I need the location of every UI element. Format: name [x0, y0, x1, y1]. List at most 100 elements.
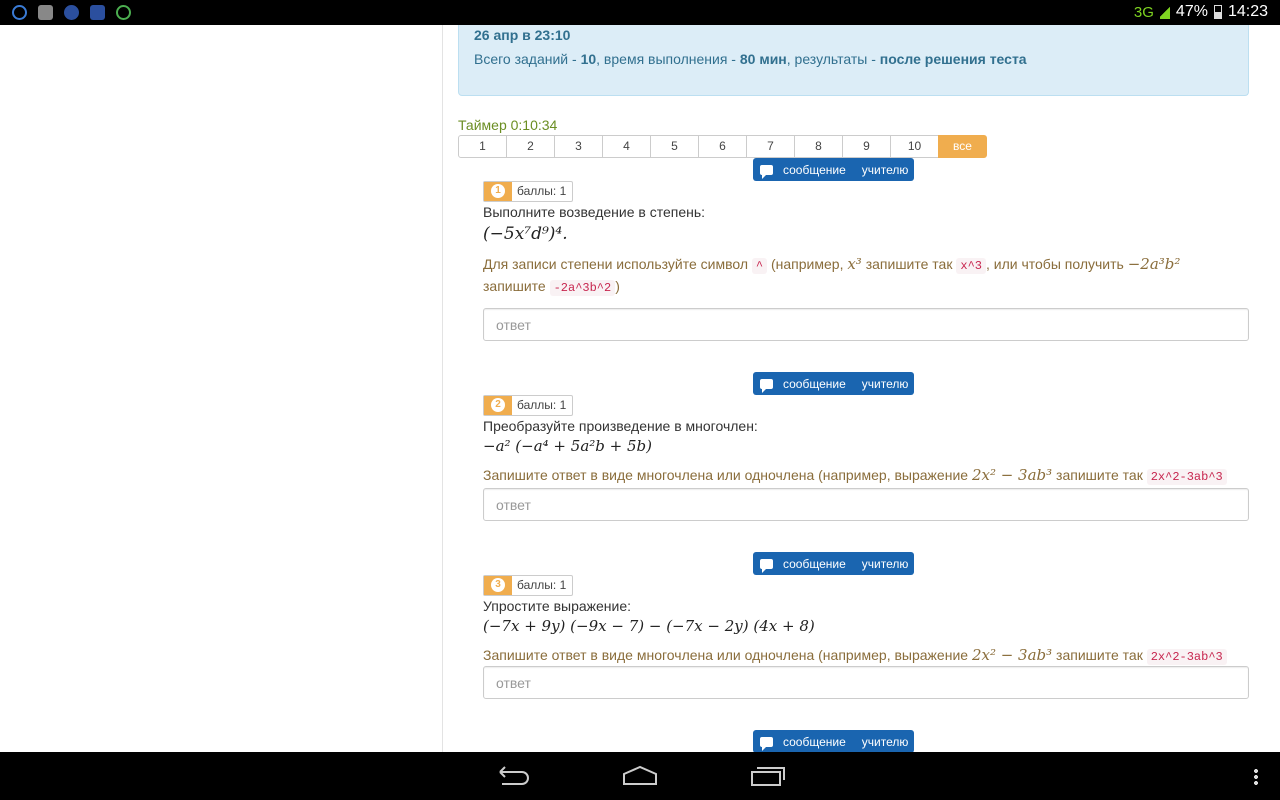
points-badge: 1 баллы: 1 — [483, 180, 574, 202]
message-button-label: учителю — [861, 162, 909, 177]
page-button-3[interactable]: 3 — [554, 135, 603, 158]
question-2: 2 баллы: 1 Преобразуйте произведение в м… — [483, 394, 1249, 487]
page-button-5[interactable]: 5 — [650, 135, 699, 158]
deadline-date: 26 апр в 23:10 — [474, 27, 571, 43]
question-number-badge: 2 — [484, 395, 512, 415]
page-button-9[interactable]: 9 — [842, 135, 891, 158]
question-text: Упростите выражение: — [483, 597, 632, 614]
message-teacher-button[interactable]: сообщение учителю — [753, 372, 914, 395]
tasks-value: 10 — [580, 51, 597, 67]
app-notification-icon — [90, 5, 105, 20]
question-text: Выполните возведение в степень: — [483, 203, 706, 220]
question-number-badge: 1 — [484, 181, 512, 201]
test-info-box: 26 апр в 23:10 Всего заданий - 10, время… — [458, 25, 1249, 96]
message-button-label: сообщение — [783, 376, 846, 391]
page-button-2[interactable]: 2 — [506, 135, 555, 158]
question-text: Преобразуйте произведение в многочлен: — [483, 417, 758, 434]
page-content[interactable]: 26 апр в 23:10 Всего заданий - 10, время… — [0, 25, 1280, 752]
question-number-badge: 3 — [484, 575, 512, 595]
question-1: 1 баллы: 1 Выполните возведение в степен… — [483, 180, 1249, 298]
app-notification-icon — [64, 5, 79, 20]
results-value: после решения теста — [879, 51, 1027, 67]
signal-icon — [1159, 5, 1170, 19]
hint-math: 2x² − 3ab³ — [971, 645, 1053, 664]
hint-text: запишите так — [1052, 466, 1147, 483]
question-expression: −a² (−a⁴ + 5a²b + 5b) — [483, 436, 652, 455]
hint-code: 2x^2-3ab^3 — [1146, 468, 1227, 485]
column-divider — [442, 25, 443, 752]
home-icon[interactable] — [620, 764, 660, 788]
hint-text: запишите — [483, 277, 550, 294]
app-notification-icon — [12, 5, 27, 20]
hint-text: Запишите ответ в виде многочлена или одн… — [483, 466, 972, 483]
question-number: 2 — [491, 398, 505, 412]
battery-percent: 47% — [1175, 3, 1208, 20]
chat-bubble-icon — [760, 164, 773, 179]
timer: Таймер 0:10:34 — [458, 117, 558, 133]
question-expression: (−7x + 9y) (−9x − 7) − (−7x − 2y) (4x + … — [483, 616, 815, 635]
page-button-7[interactable]: 7 — [746, 135, 795, 158]
clock: 14:23 — [1227, 3, 1268, 20]
time-value: 80 мин — [739, 51, 787, 67]
page-button-6[interactable]: 6 — [698, 135, 747, 158]
hint-text: запишите так — [1052, 646, 1147, 663]
page-button-all[interactable]: все — [938, 135, 987, 158]
hint-math: x³ — [847, 254, 862, 273]
hint-math: −2a³b² — [1127, 254, 1181, 273]
time-label: , время выполнения - — [596, 51, 740, 67]
page-button-8[interactable]: 8 — [794, 135, 843, 158]
points-label: баллы: 1 — [517, 184, 567, 198]
page-button-4[interactable]: 4 — [602, 135, 651, 158]
recent-apps-icon[interactable] — [748, 764, 788, 788]
hint-text: Запишите ответ в виде многочлена или одн… — [483, 646, 972, 663]
answer-input-3[interactable] — [483, 666, 1249, 699]
tasks-label: Всего заданий - — [474, 51, 581, 67]
answer-hint: Для записи степени используйте символ ^ … — [483, 254, 1249, 298]
back-icon[interactable] — [492, 764, 532, 788]
points-badge: 3 баллы: 1 — [483, 574, 574, 596]
status-bar: 3G 47% 14:23 — [0, 0, 1280, 25]
network-type: 3G — [1133, 3, 1154, 21]
points-label: баллы: 1 — [517, 578, 567, 592]
hint-math: 2x² − 3ab³ — [971, 465, 1053, 484]
message-teacher-button[interactable]: сообщение учителю — [753, 552, 914, 575]
hint-text: , или чтобы получить — [985, 255, 1128, 272]
question-3: 3 баллы: 1 Упростите выражение: (−7x + 9… — [483, 574, 1249, 667]
message-teacher-button[interactable]: сообщение учителю — [753, 158, 914, 181]
overflow-menu-icon[interactable] — [1254, 768, 1258, 786]
question-number: 3 — [491, 578, 505, 592]
hint-code: x^3 — [956, 257, 986, 274]
test-summary: Всего заданий - 10, время выполнения - 8… — [474, 51, 1027, 67]
question-pager: 1 2 3 4 5 6 7 8 9 10 все — [458, 135, 987, 158]
printer-notification-icon — [38, 5, 53, 20]
answer-hint: Запишите ответ в виде многочлена или одн… — [483, 465, 1249, 487]
battery-icon — [1213, 5, 1222, 19]
message-button-label: сообщение — [783, 556, 846, 571]
hint-code: -2a^3b^2 — [549, 279, 616, 296]
points-badge: 2 баллы: 1 — [483, 394, 574, 416]
message-teacher-button[interactable]: сообщение учителю — [753, 730, 914, 752]
system-navigation-bar — [0, 752, 1280, 800]
page-button-10[interactable]: 10 — [890, 135, 939, 158]
app-notification-icon — [116, 5, 131, 20]
answer-input-1[interactable] — [483, 308, 1249, 341]
message-button-label: учителю — [861, 376, 909, 391]
question-expression: (−5x⁷d⁹)⁴. — [483, 223, 568, 244]
chat-bubble-icon — [760, 736, 773, 751]
hint-text: запишите так — [861, 255, 957, 272]
message-button-label: сообщение — [783, 734, 846, 749]
chat-bubble-icon — [760, 378, 773, 393]
results-label: , результаты - — [786, 51, 880, 67]
answer-input-2[interactable] — [483, 488, 1249, 521]
message-button-label: учителю — [861, 556, 909, 571]
message-button-label: учителю — [861, 734, 909, 749]
hint-text: (например, — [767, 255, 848, 272]
page-button-1[interactable]: 1 — [458, 135, 507, 158]
chat-bubble-icon — [760, 558, 773, 573]
hint-text: ) — [615, 277, 620, 294]
answer-hint: Запишите ответ в виде многочлена или одн… — [483, 645, 1249, 667]
question-number: 1 — [491, 184, 505, 198]
hint-code: 2x^2-3ab^3 — [1146, 648, 1227, 665]
message-button-label: сообщение — [783, 162, 846, 177]
hint-text: Для записи степени используйте символ — [483, 255, 752, 272]
